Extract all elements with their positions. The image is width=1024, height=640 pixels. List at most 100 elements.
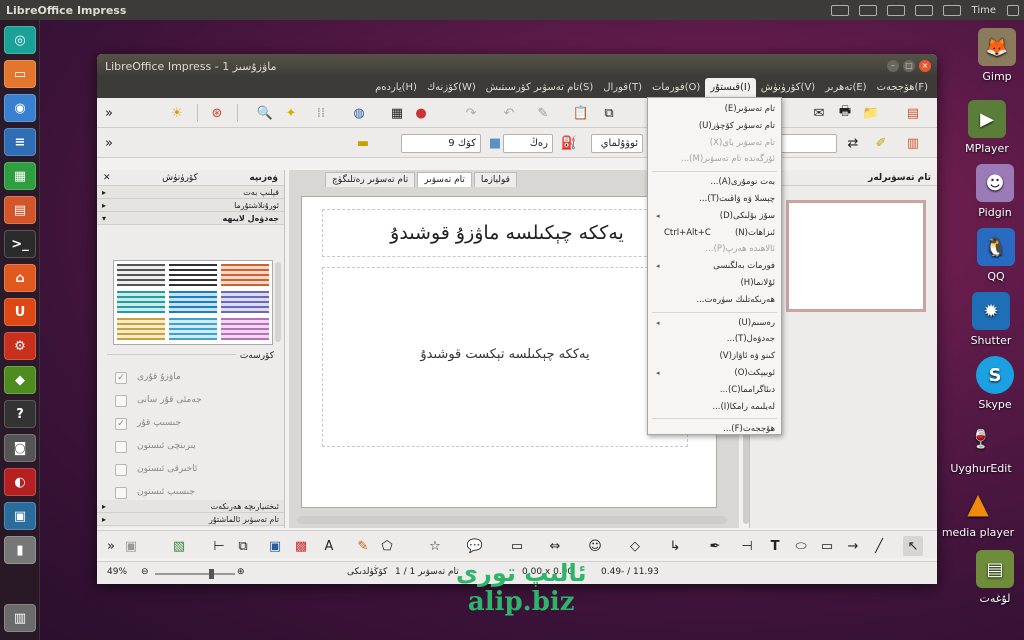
insert-menu-item[interactable]: ھۆججەت(F)...	[652, 422, 775, 436]
insert-menu-item[interactable]: جەدۋەل(T)...	[652, 332, 775, 346]
app-green-icon[interactable]: ◆	[4, 366, 36, 394]
wifi-icon[interactable]	[914, 4, 933, 16]
arrange-icon[interactable]: ⧉	[233, 536, 253, 556]
table-style-grid[interactable]	[113, 260, 273, 345]
navigator-icon[interactable]: ☀	[167, 103, 187, 123]
impress-icon[interactable]: ▤	[4, 196, 36, 224]
extrusion-icon[interactable]: ▣	[121, 536, 141, 556]
browser-icon[interactable]: ◉	[4, 94, 36, 122]
grid-scrollbar[interactable]	[275, 262, 281, 342]
menu-tools[interactable]: قورال(T)	[598, 78, 647, 98]
insert-menu-item[interactable]: دىئاگرامما(C)...	[652, 383, 775, 397]
star-icon[interactable]: ✦	[281, 103, 301, 123]
help-icon[interactable]: ⊛	[207, 103, 227, 123]
insert-menu-item[interactable]: ئالاھىدە ھەرپ(P)...	[652, 242, 776, 256]
zoom-slider-thumb[interactable]	[209, 569, 214, 579]
section-master-pages[interactable]: ▸ قېلىپ بەت	[97, 186, 284, 199]
grid-icon[interactable]: ⁞⁞	[311, 103, 331, 123]
close-sidebar-icon[interactable]: ✕	[103, 173, 111, 183]
tab-slide[interactable]: تام تەسۋىر	[417, 172, 472, 187]
arrows-icon[interactable]: ⇄	[843, 133, 863, 153]
ubuntu-one-icon[interactable]: U	[4, 298, 36, 326]
crop-icon[interactable]: ⊣	[737, 536, 757, 556]
chart-icon[interactable]: ●	[411, 103, 431, 123]
menu-format[interactable]: فورمات(O)	[647, 78, 705, 98]
menu-edit[interactable]: تەھرىر(E)	[820, 78, 871, 98]
table-icon[interactable]: ▦	[387, 103, 407, 123]
line-icon[interactable]: ✐	[871, 133, 891, 153]
mail-icon[interactable]: ✉	[809, 103, 829, 123]
table-style[interactable]	[117, 264, 165, 286]
menu-help[interactable]: ياردەم(H)	[370, 78, 422, 98]
desktop-qq[interactable]: 🐧 QQ	[956, 228, 1024, 283]
table-style[interactable]	[221, 318, 269, 340]
new-icon[interactable]: ▤	[903, 103, 923, 123]
toolbar-overflow-icon[interactable]: »	[101, 536, 121, 556]
callout-icon[interactable]: 💬	[465, 536, 485, 556]
desktop-gimp[interactable]: 🦊 Gimp	[957, 28, 1024, 83]
toolbar-overflow-icon[interactable]: »	[99, 133, 119, 153]
color-combo[interactable]: رەڭ	[503, 134, 553, 153]
files-icon[interactable]: ▭	[4, 60, 36, 88]
symbol-shape-icon[interactable]: ☺	[585, 536, 605, 556]
undo-icon[interactable]: ↶	[499, 103, 519, 123]
terminal-icon[interactable]: >_	[4, 230, 36, 258]
print-icon[interactable]: 🖶	[835, 103, 855, 123]
clock[interactable]: Time	[972, 5, 996, 16]
open-icon[interactable]: 📁	[861, 103, 881, 123]
star-shape-icon[interactable]: ☆	[425, 536, 445, 556]
fontwork-icon[interactable]: ▩	[291, 536, 311, 556]
line-tool-icon[interactable]: ╱	[869, 536, 889, 556]
insert-menu-item[interactable]: كىنو ۋە ئاۋاز(V)	[652, 349, 775, 363]
calc-icon[interactable]: ▦	[4, 162, 36, 190]
align-icon[interactable]: ⊢	[209, 536, 229, 556]
zoom-out-icon[interactable]: ⊖	[141, 567, 149, 577]
usb-icon[interactable]: ▮	[4, 536, 36, 564]
rectangle-icon[interactable]: ▭	[817, 536, 837, 556]
camera-icon[interactable]: ◙	[4, 434, 36, 462]
font-combo[interactable]: ئوۋۇلماي	[591, 134, 643, 153]
connector-icon[interactable]: ↳	[665, 536, 685, 556]
table-style[interactable]	[169, 264, 217, 286]
zoom-icon[interactable]: 🔍	[255, 103, 275, 123]
menu-file[interactable]: ھۆججەت(F)	[872, 78, 933, 98]
copy-icon[interactable]: ⧉	[599, 103, 619, 123]
area-color-icon[interactable]: ■	[485, 133, 505, 153]
insert-menu-item[interactable]: سۆز بۆلىكى(D) ◂	[652, 209, 775, 223]
writer-icon[interactable]: ≡	[4, 128, 36, 156]
arrow-line-icon[interactable]: →	[843, 536, 863, 556]
shadow-icon[interactable]: ▬	[353, 133, 373, 153]
table-style[interactable]	[169, 318, 217, 340]
font-size-combo[interactable]: كۆك 9	[401, 134, 481, 153]
section-table-design[interactable]: ▾ جەدۋەل لايىھە	[97, 212, 284, 225]
settings-icon[interactable]	[1007, 4, 1019, 16]
table-style[interactable]	[221, 264, 269, 286]
slide-thumbnail[interactable]	[786, 200, 926, 312]
section-layouts[interactable]: ▸ ئورۇنلاشتۇرما	[97, 199, 284, 212]
keyboard-icon[interactable]	[830, 4, 849, 16]
checkbox-total-row[interactable]	[115, 395, 127, 407]
minimize-button[interactable]: –	[887, 60, 899, 72]
software-center-icon[interactable]: ⌂	[4, 264, 36, 292]
insert-menu-item[interactable]: تام تەسۋىر ياي(X)	[652, 136, 775, 150]
basic-shape-icon[interactable]: ◇	[625, 536, 645, 556]
table-style[interactable]	[117, 318, 165, 340]
maximize-button[interactable]: □	[903, 60, 915, 72]
menu-window[interactable]: كۆزنەك(W)	[422, 78, 481, 98]
insert-menu-item[interactable]: ئىزاھات(N) Ctrl+Alt+C	[652, 226, 775, 240]
checkbox-banded-rows[interactable]: ✓	[115, 418, 127, 430]
insert-menu-item[interactable]: ئوبيېكت(O) ◂	[652, 366, 775, 380]
ellipse-icon[interactable]: ⬭	[791, 536, 811, 556]
trash-icon[interactable]: ▥	[4, 604, 36, 632]
line-style-combo[interactable]	[773, 134, 837, 153]
textbox-icon[interactable]: A	[319, 536, 339, 556]
text-icon[interactable]: T	[765, 536, 785, 556]
redo-icon[interactable]: ↷	[461, 103, 481, 123]
table-style[interactable]	[117, 291, 165, 313]
insert-menu-item[interactable]: چېسلا ۋە ۋاقىت(T)...	[652, 192, 775, 206]
image-icon[interactable]: ▣	[265, 536, 285, 556]
section-custom-animation[interactable]: ▸ ئىختىيارىچە ھەرىكەت	[97, 500, 284, 513]
checkbox-first-column[interactable]	[115, 441, 127, 453]
table-style[interactable]	[169, 291, 217, 313]
desktop-media-player[interactable]: ▲ media player	[938, 484, 1018, 540]
